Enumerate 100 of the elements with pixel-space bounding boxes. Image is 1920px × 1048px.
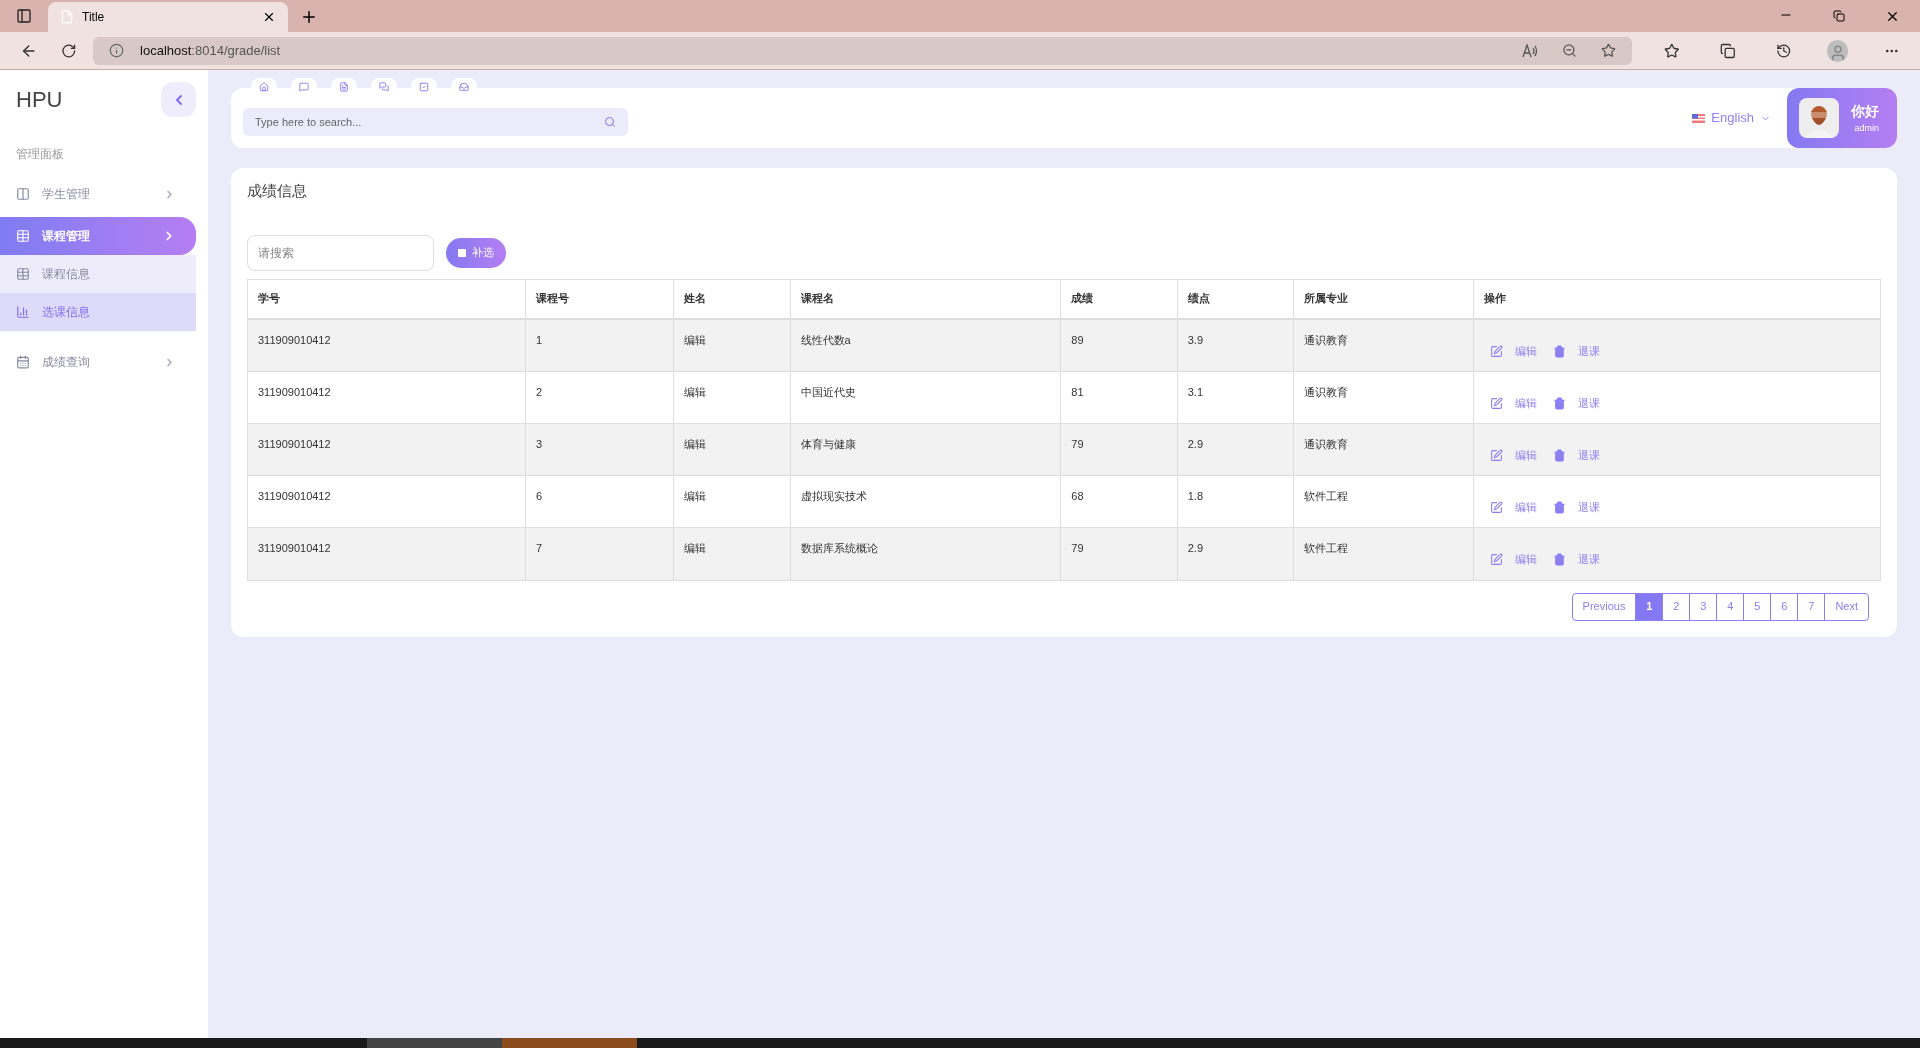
page-button[interactable]: 6 xyxy=(1770,593,1798,620)
page-button[interactable]: 5 xyxy=(1743,593,1771,620)
next-button[interactable]: Next xyxy=(1824,593,1868,620)
column-header: 成绩 xyxy=(1071,291,1094,307)
menu-label: 选课信息 xyxy=(42,304,91,321)
collapse-button[interactable] xyxy=(161,82,196,117)
zoom-out-icon[interactable] xyxy=(1562,43,1578,58)
table-cell: 线性代数a xyxy=(800,333,851,346)
close-window-icon[interactable] xyxy=(1885,9,1900,24)
edit-icon[interactable] xyxy=(1490,448,1504,462)
table-cell: 311909010412 xyxy=(258,541,331,554)
table-cell: 编辑 xyxy=(684,541,707,554)
table-cell: 编辑 xyxy=(684,385,707,398)
delete-link[interactable]: 退课 xyxy=(1578,551,1601,568)
table-cell: 体育与健康 xyxy=(800,437,856,450)
page-button[interactable]: 4 xyxy=(1716,593,1744,620)
checkbox-icon[interactable] xyxy=(419,82,429,92)
profile-avatar[interactable] xyxy=(1827,39,1849,62)
search-field[interactable]: Type here to search... xyxy=(243,108,628,136)
table-cell: 3.1 xyxy=(1187,385,1203,398)
history-icon[interactable] xyxy=(1775,42,1792,59)
edit-link[interactable]: 编辑 xyxy=(1515,551,1538,568)
new-tab-icon[interactable] xyxy=(300,8,318,26)
info-icon xyxy=(109,43,125,58)
delete-link[interactable]: 退课 xyxy=(1578,498,1601,516)
document-icon[interactable] xyxy=(339,82,349,92)
restore-icon[interactable] xyxy=(1833,10,1845,22)
menu-label: 课程信息 xyxy=(42,266,91,283)
table-cell: 2.9 xyxy=(1187,541,1203,554)
collections-icon[interactable] xyxy=(1720,42,1736,59)
page-button[interactable]: 7 xyxy=(1797,593,1825,620)
table-cell: 编辑 xyxy=(684,489,707,502)
chat-icon[interactable] xyxy=(379,82,389,92)
read-aloud-icon[interactable] xyxy=(1522,43,1539,58)
trash-icon[interactable] xyxy=(1553,500,1567,514)
table-cell: 311909010412 xyxy=(258,437,331,450)
table-cell: 编辑 xyxy=(684,333,707,346)
delete-link[interactable]: 退课 xyxy=(1578,394,1601,412)
delete-link[interactable]: 退课 xyxy=(1578,342,1601,360)
menu-label: 课程管理 xyxy=(42,228,91,245)
submenu-item[interactable]: 课程信息 xyxy=(0,255,196,293)
table-cell: 6 xyxy=(535,489,542,502)
table-cell: 1 xyxy=(535,333,542,346)
address-bar[interactable]: localhost:8014/grade/list xyxy=(93,36,1633,65)
table-cell: 数据库系统概论 xyxy=(800,541,878,554)
previous-button[interactable]: Previous xyxy=(1572,593,1636,620)
trash-icon[interactable] xyxy=(1553,344,1567,358)
table-cell: 编辑 xyxy=(684,437,707,450)
search-icon[interactable] xyxy=(604,116,616,128)
columns-icon xyxy=(16,187,30,201)
submenu-item[interactable]: 选课信息 xyxy=(0,293,196,331)
trash-icon[interactable] xyxy=(1553,396,1567,410)
favorites-icon[interactable] xyxy=(1664,42,1680,59)
column-header: 操作 xyxy=(1484,291,1507,307)
column-header: 姓名 xyxy=(684,291,707,307)
favorite-icon[interactable] xyxy=(1601,43,1617,58)
column-header: 所属专业 xyxy=(1304,291,1349,307)
page-button[interactable]: 2 xyxy=(1662,593,1690,620)
edit-link[interactable]: 编辑 xyxy=(1515,342,1538,360)
edit-link[interactable]: 编辑 xyxy=(1515,394,1538,412)
menu-item[interactable]: 成绩查询 xyxy=(0,343,196,381)
edit-icon[interactable] xyxy=(1490,344,1504,358)
menu-item[interactable]: 学生管理 xyxy=(0,175,196,213)
table-icon xyxy=(16,267,30,281)
edit-link[interactable]: 编辑 xyxy=(1515,498,1538,516)
user-card[interactable]: 你好 admin xyxy=(1787,88,1897,148)
table-cell: 中国近代史 xyxy=(800,385,856,398)
table-cell: 软件工程 xyxy=(1304,541,1349,554)
username-text: admin xyxy=(1854,121,1879,135)
trash-icon[interactable] xyxy=(1553,553,1567,566)
table-icon xyxy=(16,229,30,243)
search-field[interactable]: 请搜索 xyxy=(247,234,434,271)
table-cell: 通识教育 xyxy=(1304,385,1349,398)
edit-link[interactable]: 编辑 xyxy=(1515,446,1538,464)
menu-label: 学生管理 xyxy=(42,186,91,203)
delete-link[interactable]: 退课 xyxy=(1578,446,1601,464)
add-course-button[interactable]: 补选 xyxy=(446,237,506,268)
table-cell: 79 xyxy=(1071,541,1084,554)
sidebar-toggle-icon[interactable] xyxy=(16,8,32,24)
inbox-icon[interactable] xyxy=(459,82,469,92)
flag-icon xyxy=(1692,113,1706,123)
reload-icon[interactable] xyxy=(61,42,78,59)
message-icon[interactable] xyxy=(299,82,309,92)
edit-icon[interactable] xyxy=(1490,553,1504,566)
page-button[interactable]: 1 xyxy=(1635,593,1663,620)
menu-item[interactable]: 课程管理 xyxy=(0,217,196,255)
browser-tab[interactable]: Title xyxy=(48,2,288,32)
table-cell: 7 xyxy=(535,541,542,554)
edit-icon[interactable] xyxy=(1490,500,1504,514)
language-selector[interactable]: English xyxy=(1692,108,1771,128)
url-text: localhost:8014/grade/list xyxy=(140,41,282,60)
column-header: 绩点 xyxy=(1187,291,1210,307)
page-button[interactable]: 3 xyxy=(1689,593,1717,620)
table-cell: 2 xyxy=(535,385,542,398)
home-icon[interactable] xyxy=(259,82,269,92)
table-cell: 68 xyxy=(1071,489,1084,502)
edit-icon[interactable] xyxy=(1490,396,1504,410)
trash-icon[interactable] xyxy=(1553,448,1567,462)
column-header: 课程号 xyxy=(535,291,569,307)
close-icon[interactable] xyxy=(262,10,276,24)
